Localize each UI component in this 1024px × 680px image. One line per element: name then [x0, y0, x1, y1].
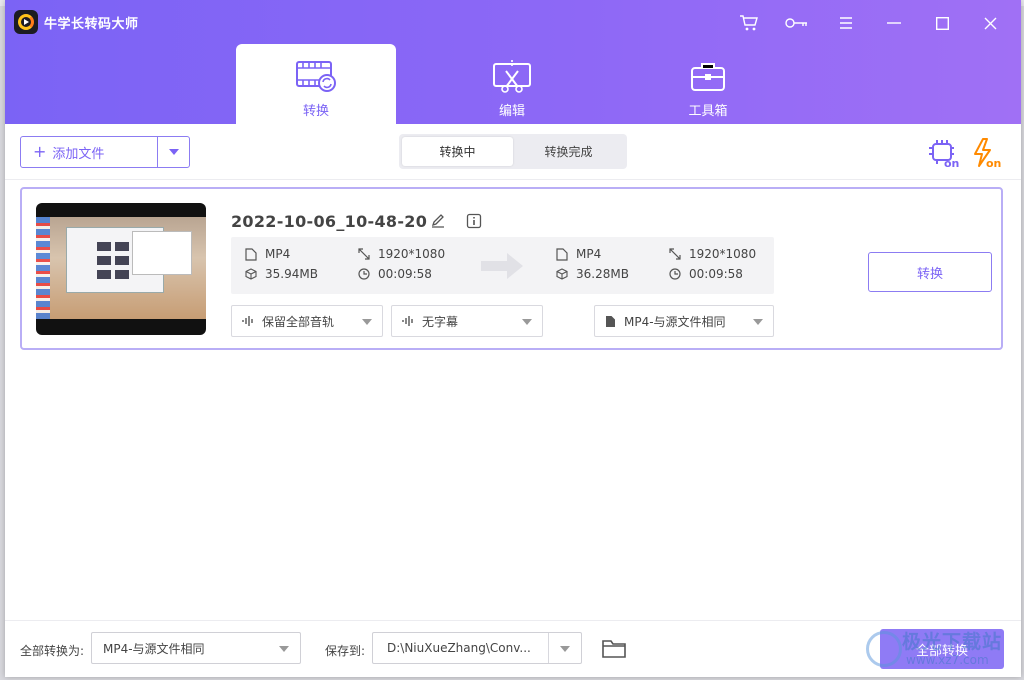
target-duration: 00:09:58 — [669, 267, 743, 281]
subtitle-select[interactable]: 无字幕 — [391, 305, 543, 337]
cube-icon — [245, 268, 257, 280]
chevron-down-icon — [279, 646, 289, 652]
audio-wave-icon — [402, 316, 413, 326]
audio-wave-icon — [242, 316, 253, 326]
source-duration: 00:09:58 — [358, 267, 432, 281]
source-size: 35.94MB — [245, 267, 318, 281]
hardware-accel-on-icon[interactable]: on — [928, 138, 960, 170]
rename-pencil-icon[interactable] — [430, 213, 446, 229]
segment-converting[interactable]: 转换中 — [402, 137, 513, 166]
target-size: 36.28MB — [556, 267, 629, 281]
save-to-label: 保存到: — [325, 644, 366, 658]
plus-icon: + — [33, 142, 47, 161]
save-path-select[interactable]: D:\NiuXueZhang\Conv... — [372, 632, 582, 664]
resize-icon — [669, 248, 681, 260]
chevron-down-icon — [560, 646, 570, 652]
tab-toolbox[interactable]: 工具箱 — [628, 44, 788, 124]
video-thumbnail[interactable] — [36, 203, 206, 335]
app-logo-icon — [14, 10, 38, 34]
segment-completed[interactable]: 转换完成 — [513, 137, 624, 166]
file-icon — [606, 315, 615, 327]
toolbar: + 添加文件 转换中 转换完成 on on — [5, 124, 1021, 180]
add-file-label: 添加文件 — [52, 146, 105, 162]
info-icon[interactable] — [466, 213, 482, 229]
target-format: MP4 — [556, 247, 601, 261]
tab-edit[interactable]: 编辑 — [432, 44, 592, 124]
resize-icon — [358, 248, 370, 260]
convert-all-format-select[interactable]: MP4-与源文件相同 — [91, 632, 301, 664]
high-speed-on-icon[interactable]: on — [972, 138, 1004, 170]
open-folder-icon[interactable] — [602, 639, 626, 662]
chevron-down-icon — [168, 149, 179, 155]
add-file-group: + 添加文件 — [20, 136, 190, 168]
add-file-dropdown-button[interactable] — [157, 137, 189, 167]
chevron-down-icon — [362, 319, 372, 325]
file-icon — [245, 247, 257, 261]
minimize-icon[interactable] — [881, 10, 907, 36]
app-title: 牛学长转码大师 — [44, 17, 139, 32]
menu-icon[interactable] — [833, 10, 859, 36]
output-format-value: MP4-与源文件相同 — [624, 314, 726, 329]
bottom-bar: 全部转换为: MP4-与源文件相同 保存到: D:\NiuXueZhang\Co… — [5, 620, 1021, 677]
convert-film-icon — [295, 58, 337, 94]
chevron-down-icon — [522, 319, 532, 325]
save-path-value: D:\NiuXueZhang\Conv... — [387, 641, 531, 655]
edit-scissors-icon — [492, 58, 532, 94]
add-file-button[interactable]: + 添加文件 — [21, 137, 157, 167]
cube-icon — [556, 268, 568, 280]
convert-button[interactable]: 转换 — [868, 252, 992, 292]
audio-track-select[interactable]: 保留全部音轨 — [231, 305, 383, 337]
convert-all-format-value: MP4-与源文件相同 — [103, 641, 205, 656]
tab-convert[interactable]: 转换 — [236, 44, 396, 124]
output-format-select[interactable]: MP4-与源文件相同 — [594, 305, 774, 337]
subtitle-value: 无字幕 — [422, 314, 459, 329]
tab-convert-label: 转换 — [302, 104, 329, 119]
arrow-right-icon — [479, 250, 527, 286]
tab-edit-label: 编辑 — [498, 104, 525, 119]
source-resolution: 1920*1080 — [358, 247, 445, 261]
chevron-down-icon — [753, 319, 763, 325]
maximize-icon[interactable] — [929, 10, 955, 36]
target-resolution: 1920*1080 — [669, 247, 756, 261]
audio-track-value: 保留全部音轨 — [262, 314, 335, 329]
file-card[interactable]: 2022-10-06_10-48-20 MP4 1920*1080 35.94M… — [20, 187, 1003, 350]
status-segmented-control: 转换中 转换完成 — [399, 134, 627, 169]
close-icon[interactable] — [977, 10, 1003, 36]
title-header: 牛学长转码大师 转换 编辑 工具箱 — [5, 0, 1021, 124]
clock-icon — [669, 268, 681, 280]
app-window: 牛学长转码大师 转换 编辑 工具箱 + 添加文件 转换中 转换完成 on on … — [5, 0, 1021, 677]
key-icon[interactable] — [784, 10, 810, 36]
source-format: MP4 — [245, 247, 290, 261]
hw-on-text: on — [944, 157, 959, 168]
file-name: 2022-10-06_10-48-20 — [231, 212, 428, 231]
clock-icon — [358, 268, 370, 280]
tab-toolbox-label: 工具箱 — [688, 104, 728, 119]
file-icon — [556, 247, 568, 261]
convert-all-button[interactable]: 全部转换 — [880, 629, 1004, 669]
toolbox-icon — [690, 58, 726, 94]
cart-icon[interactable] — [736, 10, 762, 36]
speed-on-text: on — [986, 157, 1001, 168]
convert-all-to-label: 全部转换为: — [20, 644, 85, 658]
media-info-panel: MP4 1920*1080 35.94MB 00:09:58 MP4 1920*… — [231, 237, 774, 294]
